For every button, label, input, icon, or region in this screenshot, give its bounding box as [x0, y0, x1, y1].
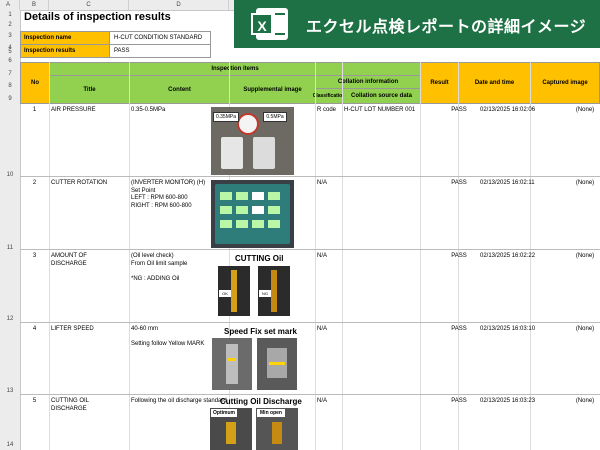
lifter-speed-image-2[interactable] — [257, 338, 297, 390]
image-label: Optimum — [211, 409, 237, 417]
inspection-name-row: Inspection name H-CUT CONDITION STANDARD — [20, 31, 211, 45]
row-result[interactable]: PASS — [440, 323, 478, 337]
lifter-speed-image-1[interactable] — [212, 338, 252, 390]
row-header-bar: 1 2 3 4 5 6 7 8 9 10 11 12 13 14 — [0, 10, 21, 450]
row-number[interactable]: 4 — [20, 323, 49, 337]
row-classification[interactable]: N/A — [315, 323, 342, 337]
image-label: OK — [219, 290, 231, 297]
row-header[interactable]: 6 — [0, 58, 20, 64]
row-content[interactable]: (Oil level check) From Oil limit sample … — [129, 250, 229, 286]
header-collation-info[interactable]: Collation information — [315, 75, 421, 89]
row-captured-image[interactable]: (None) — [550, 104, 600, 118]
row-header[interactable]: 11 — [0, 245, 20, 251]
row-header[interactable]: 10 — [0, 172, 20, 178]
row-header[interactable]: 13 — [0, 388, 20, 394]
row-collation-source[interactable] — [342, 177, 440, 183]
row-header[interactable]: 7 — [0, 71, 20, 77]
row-datetime[interactable]: 02/13/2025 16:03:10 — [478, 323, 550, 337]
image-label: 0.5MPa — [263, 112, 287, 122]
row-collation-source[interactable]: H-CUT LOT NUMBER 001 — [342, 104, 440, 118]
table-row: 1 AIR PRESSURE 0.35-0.5MPa 0.35MPa 0.5MP… — [20, 104, 600, 177]
row-result[interactable]: PASS — [440, 104, 478, 118]
header-no[interactable]: No — [20, 62, 50, 104]
inspection-results-row: Inspection results PASS — [20, 44, 211, 58]
row-captured-image[interactable]: (None) — [550, 323, 600, 337]
header-title[interactable]: Title — [49, 75, 130, 104]
row-captured-image[interactable]: (None) — [550, 177, 600, 191]
header-content[interactable]: Content — [129, 75, 230, 104]
row-content[interactable]: Following the oil discharge standard — [129, 395, 229, 409]
row-header[interactable]: 3 — [0, 33, 20, 39]
row-datetime[interactable]: 02/13/2025 16:02:06 — [478, 104, 550, 118]
column-header[interactable]: D — [129, 0, 229, 10]
image-label: NG — [259, 290, 271, 297]
row-header[interactable]: 12 — [0, 316, 20, 322]
row-number[interactable]: 2 — [20, 177, 49, 191]
row-header[interactable]: 14 — [0, 442, 20, 448]
row-result[interactable]: PASS — [440, 177, 478, 191]
header-date-time[interactable]: Date and time — [458, 62, 531, 104]
row-classification[interactable]: N/A — [315, 395, 342, 409]
row-title[interactable]: CUTTER ROTATION — [49, 177, 129, 191]
row-header[interactable]: 1 — [0, 12, 20, 18]
cutting-oil-ng-image[interactable]: NG — [258, 266, 290, 316]
row-classification[interactable]: N/A — [315, 250, 342, 264]
row-title[interactable]: AIR PRESSURE — [49, 104, 129, 118]
table-row: 2 CUTTER ROTATION (INVERTER MONITOR) (H)… — [20, 177, 600, 250]
inspection-results-value[interactable]: PASS — [111, 45, 211, 57]
row-number[interactable]: 5 — [20, 395, 49, 409]
row-number[interactable]: 3 — [20, 250, 49, 264]
row-collation-source[interactable] — [342, 323, 440, 329]
row-title[interactable]: CUTTING OIL DISCHARGE — [49, 395, 129, 416]
column-header[interactable]: A — [6, 0, 10, 10]
column-header[interactable]: B — [20, 0, 49, 10]
header-inspection-items[interactable]: Inspection items — [49, 62, 421, 76]
inspection-name-value[interactable]: H-CUT CONDITION STANDARD — [111, 32, 211, 44]
row-collation-source[interactable] — [342, 395, 440, 401]
cutting-oil-ok-image[interactable]: OK — [218, 266, 250, 316]
image-caption: CUTTING Oil — [235, 254, 284, 263]
header-captured-image[interactable]: Captured image — [530, 62, 600, 104]
row-header[interactable]: 5 — [0, 49, 20, 55]
oil-discharge-min-open-image[interactable]: Min open — [256, 408, 298, 450]
promo-banner: X エクセル点検レポートの詳細イメージ — [234, 0, 600, 48]
header-supplemental-image[interactable]: Supplemental image — [229, 75, 316, 104]
row-datetime[interactable]: 02/13/2025 16:03:23 — [478, 395, 550, 409]
excel-icon: X — [251, 8, 288, 40]
row-classification[interactable]: N/A — [315, 177, 342, 191]
row-classification[interactable]: R code — [315, 104, 342, 118]
column-header[interactable]: C — [49, 0, 129, 10]
table-row: 5 CUTTING OIL DISCHARGE Following the oi… — [20, 395, 600, 450]
header-result[interactable]: Result — [420, 62, 459, 104]
row-header[interactable]: 8 — [0, 83, 20, 89]
table-row: 3 AMOUNT OF DISCHARGE (Oil level check) … — [20, 250, 600, 323]
row-title[interactable]: LIFTER SPEED — [49, 323, 129, 337]
row-captured-image[interactable]: (None) — [550, 395, 600, 409]
header-collation-source[interactable]: Collation source data — [342, 88, 421, 104]
image-caption: Speed Fix set mark — [224, 327, 297, 336]
row-header[interactable]: 2 — [0, 22, 20, 28]
row-result[interactable]: PASS — [440, 395, 478, 409]
row-result[interactable]: PASS — [440, 250, 478, 264]
row-captured-image[interactable]: (None) — [550, 250, 600, 264]
inspection-name-label[interactable]: Inspection name — [21, 32, 110, 44]
row-number[interactable]: 1 — [20, 104, 49, 118]
image-caption: Cutting Oil Discharge — [220, 397, 302, 406]
inverter-monitor-image[interactable] — [211, 180, 294, 248]
inspection-results-label[interactable]: Inspection results — [21, 45, 110, 57]
banner-text: エクセル点検レポートの詳細イメージ — [306, 19, 587, 36]
row-datetime[interactable]: 02/13/2025 16:02:11 — [478, 177, 550, 191]
sheet-title: Details of inspection results — [24, 11, 171, 23]
row-datetime[interactable]: 02/13/2025 16:02:22 — [478, 250, 550, 264]
image-label: Min open — [257, 409, 285, 417]
image-label: 0.35MPa — [213, 112, 239, 122]
table-row: 4 LIFTER SPEED 40-60 mm Setting follow Y… — [20, 323, 600, 395]
air-pressure-gauge-image[interactable]: 0.35MPa 0.5MPa — [211, 107, 294, 175]
excel-icon-letter: X — [251, 13, 273, 35]
row-collation-source[interactable] — [342, 250, 440, 256]
oil-discharge-optimum-image[interactable]: Optimum — [210, 408, 252, 450]
row-title[interactable]: AMOUNT OF DISCHARGE — [49, 250, 129, 271]
header-classification[interactable]: Classification — [313, 88, 345, 104]
row-header[interactable]: 9 — [0, 96, 20, 102]
